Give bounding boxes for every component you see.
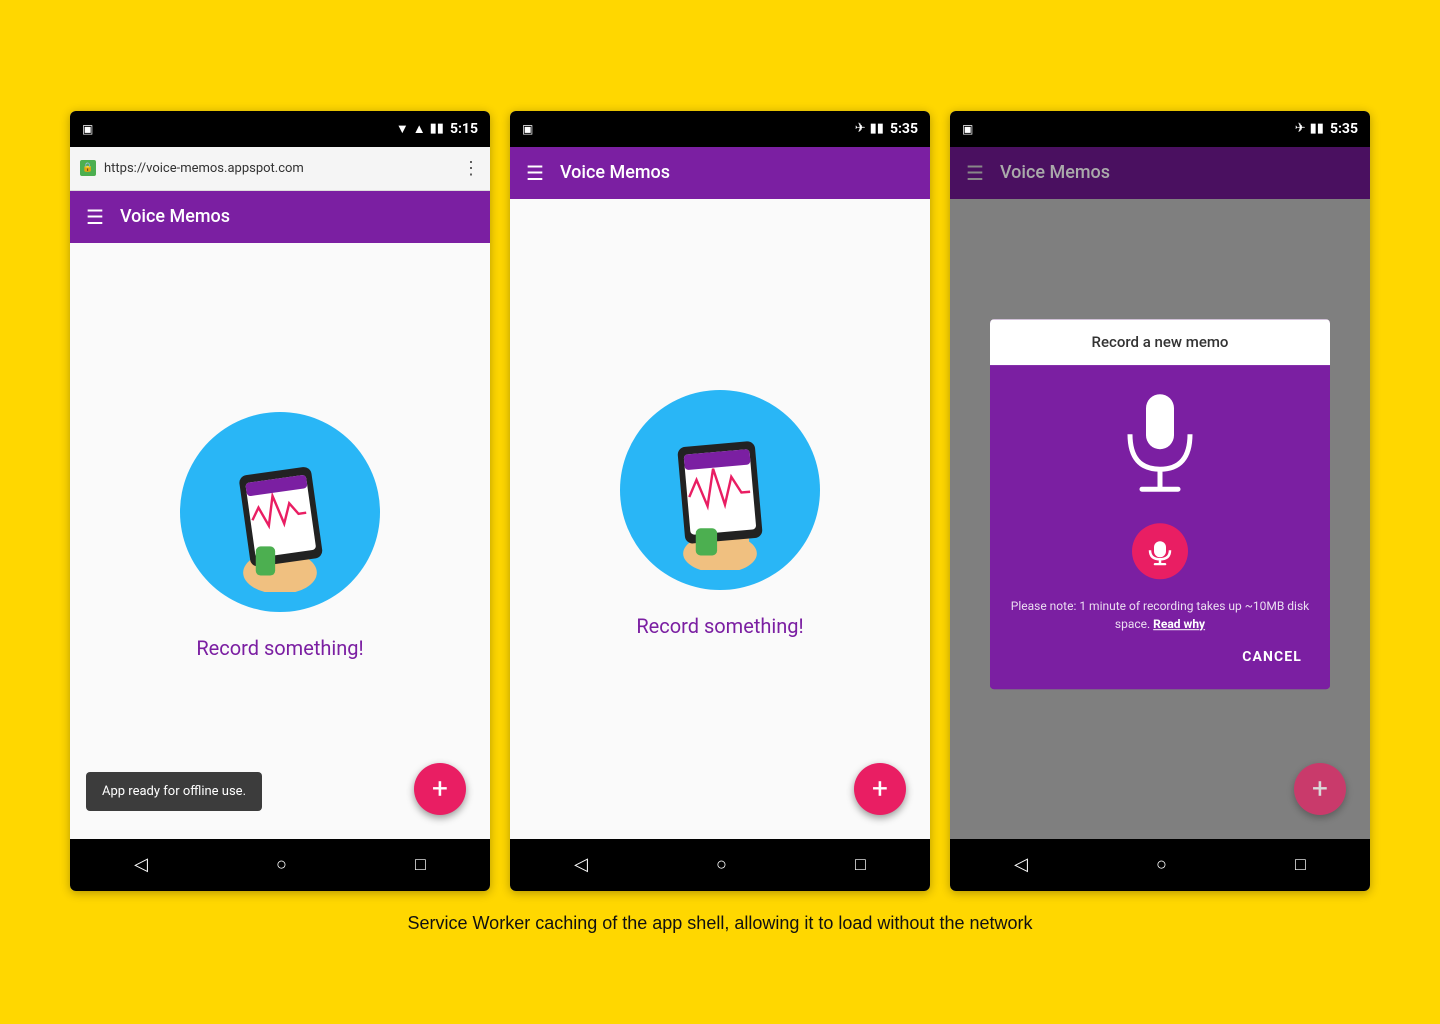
record-label-2: Record something! xyxy=(636,614,803,638)
dialog-body: Please note: 1 minute of recording takes… xyxy=(990,365,1330,689)
content-area-1: Record something! App ready for offline … xyxy=(70,243,490,839)
status-bar-2: ▣ ✈ ▮▮ 5:35 xyxy=(510,111,930,147)
signal-icon: ▲ xyxy=(413,121,426,137)
back-button-3[interactable]: ◁ xyxy=(998,846,1044,883)
sim-icon-3: ▣ xyxy=(962,122,973,136)
recents-button-1[interactable]: □ xyxy=(399,846,442,883)
dialog-note: Please note: 1 minute of recording takes… xyxy=(1010,597,1310,633)
content-area-2: Record something! + xyxy=(510,199,930,839)
fab-icon-1: + xyxy=(432,775,448,803)
app-title-2: Voice Memos xyxy=(560,162,670,183)
airplane-icon-3: ✈ xyxy=(1295,121,1306,136)
recents-button-3[interactable]: □ xyxy=(1279,846,1322,883)
home-button-3[interactable]: ○ xyxy=(1140,846,1183,883)
airplane-icon: ✈ xyxy=(855,121,866,136)
mic-record-button[interactable] xyxy=(1132,523,1188,579)
battery-icon: ▮▮ xyxy=(430,121,444,136)
caption-text: Service Worker caching of the app shell,… xyxy=(408,913,1033,934)
status-icons-1: ▼ ▲ ▮▮ xyxy=(396,121,444,137)
circle-illustration-2 xyxy=(620,390,820,590)
home-button-1[interactable]: ○ xyxy=(260,846,303,883)
wifi-icon: ▼ xyxy=(396,121,409,137)
mic-icon-large xyxy=(1120,389,1200,503)
phones-container: ▣ ▼ ▲ ▮▮ 5:15 🔒 https://voice-memos.apps… xyxy=(60,111,1380,891)
nav-bar-1: ◁ ○ □ xyxy=(70,839,490,891)
status-bar-1: ▣ ▼ ▲ ▮▮ 5:15 xyxy=(70,111,490,147)
nav-bar-2: ◁ ○ □ xyxy=(510,839,930,891)
hamburger-icon-2[interactable]: ☰ xyxy=(526,163,544,183)
app-title-1: Voice Memos xyxy=(120,206,230,227)
circle-illustration-1 xyxy=(180,412,380,612)
phone-1: ▣ ▼ ▲ ▮▮ 5:15 🔒 https://voice-memos.apps… xyxy=(70,111,490,891)
battery-icon-3: ▮▮ xyxy=(1310,121,1324,136)
time-display-1: 5:15 xyxy=(450,121,478,137)
snackbar-text: App ready for offline use. xyxy=(102,784,246,799)
sim-icon: ▣ xyxy=(522,122,533,136)
nav-bar-3: ◁ ○ □ xyxy=(950,839,1370,891)
app-bar-1: ☰ Voice Memos xyxy=(70,191,490,243)
hamburger-icon-1[interactable]: ☰ xyxy=(86,207,104,227)
cancel-button[interactable]: CANCEL xyxy=(1010,645,1310,673)
fab-button-3[interactable]: + xyxy=(1294,763,1346,815)
record-dialog: Record a new memo xyxy=(990,319,1330,689)
lock-icon: 🔒 xyxy=(80,160,96,176)
app-bar-3: ☰ Voice Memos xyxy=(950,147,1370,199)
status-bar-3: ▣ ✈ ▮▮ 5:35 xyxy=(950,111,1370,147)
battery-icon-2: ▮▮ xyxy=(870,121,884,136)
hamburger-icon-3[interactable]: ☰ xyxy=(966,163,984,183)
url-bar: 🔒 https://voice-memos.appspot.com ⋮ xyxy=(70,147,490,191)
status-icons-3: ✈ ▮▮ xyxy=(1295,121,1324,136)
fab-button-2[interactable]: + xyxy=(854,763,906,815)
menu-dots-icon[interactable]: ⋮ xyxy=(462,158,480,179)
snackbar-1: App ready for offline use. xyxy=(86,772,262,811)
content-area-3: Record a new memo xyxy=(950,199,1370,839)
app-title-3: Voice Memos xyxy=(1000,162,1110,183)
dialog-title: Record a new memo xyxy=(990,319,1330,365)
time-display-2: 5:35 xyxy=(890,121,918,137)
battery-icon-left: ▣ xyxy=(82,122,93,136)
recents-button-2[interactable]: □ xyxy=(839,846,882,883)
app-bar-2: ☰ Voice Memos xyxy=(510,147,930,199)
fab-icon-3: + xyxy=(1312,775,1328,803)
fab-button-1[interactable]: + xyxy=(414,763,466,815)
back-button-1[interactable]: ◁ xyxy=(118,846,164,883)
back-button-2[interactable]: ◁ xyxy=(558,846,604,883)
url-text: https://voice-memos.appspot.com xyxy=(104,161,454,176)
fab-icon-2: + xyxy=(872,775,888,803)
read-why-link[interactable]: Read why xyxy=(1153,617,1205,631)
record-label-1: Record something! xyxy=(196,636,363,660)
home-button-2[interactable]: ○ xyxy=(700,846,743,883)
phone-3: ▣ ✈ ▮▮ 5:35 ☰ Voice Memos Record a new m… xyxy=(950,111,1370,891)
status-icons-2: ✈ ▮▮ xyxy=(855,121,884,136)
time-display-3: 5:35 xyxy=(1330,121,1358,137)
phone-2: ▣ ✈ ▮▮ 5:35 ☰ Voice Memos xyxy=(510,111,930,891)
